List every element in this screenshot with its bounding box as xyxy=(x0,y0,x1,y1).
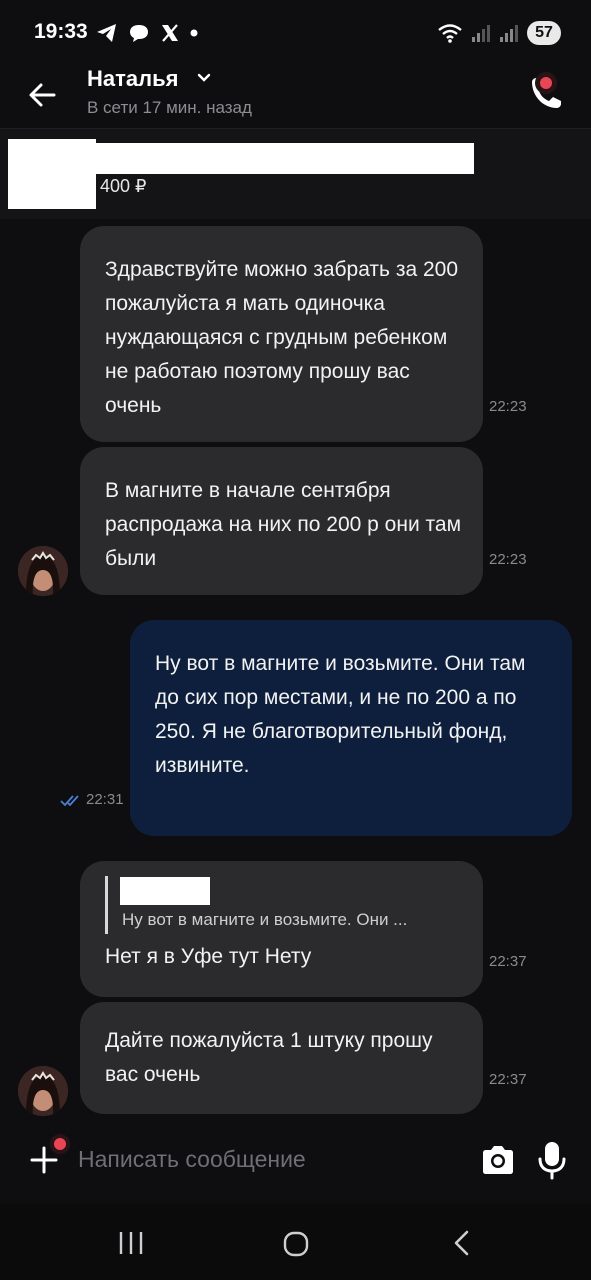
message-time-outgoing: 22:31 xyxy=(60,791,124,808)
product-title-redacted xyxy=(96,143,474,174)
call-button[interactable] xyxy=(523,70,569,116)
quote-author-redacted xyxy=(120,877,210,905)
arrow-left-icon xyxy=(29,83,56,107)
message-text: Дайте пожалуйста 1 штуку прошу вас очень xyxy=(105,1029,433,1086)
message-text: Нет я в Уфе тут Нету xyxy=(105,945,312,968)
message-time: 22:31 xyxy=(86,791,124,808)
message-bubble-incoming[interactable]: В магните в начале сентября распродажа н… xyxy=(80,447,483,595)
system-nav-bar xyxy=(0,1204,591,1280)
home-button[interactable] xyxy=(282,1230,310,1258)
call-notification-dot xyxy=(535,72,557,94)
message-bubble-incoming[interactable]: Здравствуйте можно забрать за 200 пожалу… xyxy=(80,226,483,442)
camera-button[interactable] xyxy=(478,1140,518,1180)
home-icon xyxy=(283,1231,309,1257)
message-bubble-incoming[interactable]: Ну вот в магните и возьмите. Они ... Нет… xyxy=(80,861,483,997)
status-notification-icons xyxy=(96,20,198,46)
status-bar: 19:33 57 xyxy=(0,0,591,64)
wifi-icon xyxy=(438,24,462,43)
microphone-icon xyxy=(538,1142,566,1180)
signal-icon xyxy=(472,25,490,42)
dot-icon xyxy=(190,29,198,37)
battery-indicator: 57 xyxy=(527,21,561,45)
back-button[interactable] xyxy=(26,78,60,112)
chevron-left-icon xyxy=(454,1230,469,1256)
signal-icon xyxy=(500,25,518,42)
message-time: 22:37 xyxy=(489,1071,527,1088)
message-text: Ну вот в магните и возьмите. Они там до … xyxy=(155,652,526,777)
status-time: 19:33 xyxy=(34,20,88,43)
status-system-icons: 57 xyxy=(437,20,561,46)
message-bubble-outgoing[interactable]: Ну вот в магните и возьмите. Они там до … xyxy=(130,620,572,836)
chat-header: Наталья В сети 17 мин. назад xyxy=(0,64,591,130)
message-input[interactable]: Написать сообщение xyxy=(78,1146,306,1173)
system-back-button[interactable] xyxy=(448,1228,476,1258)
recent-apps-icon xyxy=(119,1232,143,1254)
product-thumbnail xyxy=(8,139,96,209)
x-icon xyxy=(162,24,178,42)
chat-bubble-icon xyxy=(130,25,148,42)
message-time: 22:23 xyxy=(489,398,527,415)
attach-notification-dot xyxy=(50,1134,70,1154)
double-check-icon xyxy=(60,794,79,806)
avatar[interactable] xyxy=(18,546,68,596)
avatar-image xyxy=(18,1066,68,1116)
message-time: 22:23 xyxy=(489,551,527,568)
chevron-down-icon[interactable] xyxy=(196,72,212,84)
recent-apps-button[interactable] xyxy=(116,1230,146,1256)
contact-status: В сети 17 мин. назад xyxy=(87,98,252,117)
message-time: 22:37 xyxy=(489,953,527,970)
avatar[interactable] xyxy=(18,1066,68,1116)
product-price: 400 ₽ xyxy=(100,176,147,196)
message-text: В магните в начале сентября распродажа н… xyxy=(105,479,462,570)
quote-text: Ну вот в магните и возьмите. Они ... xyxy=(122,910,408,929)
mic-button[interactable] xyxy=(532,1138,572,1182)
product-card[interactable]: 400 ₽ xyxy=(0,129,591,219)
message-text: Здравствуйте можно забрать за 200 пожалу… xyxy=(105,258,459,417)
message-bubble-incoming[interactable]: Дайте пожалуйста 1 штуку прошу вас очень xyxy=(80,1002,483,1114)
message-composer: Написать сообщение xyxy=(0,1126,591,1196)
camera-icon xyxy=(483,1146,513,1174)
quoted-message[interactable]: Ну вот в магните и возьмите. Они ... xyxy=(105,876,455,934)
telegram-icon xyxy=(97,24,116,42)
contact-name[interactable]: Наталья xyxy=(87,66,178,92)
avatar-image xyxy=(18,546,68,596)
